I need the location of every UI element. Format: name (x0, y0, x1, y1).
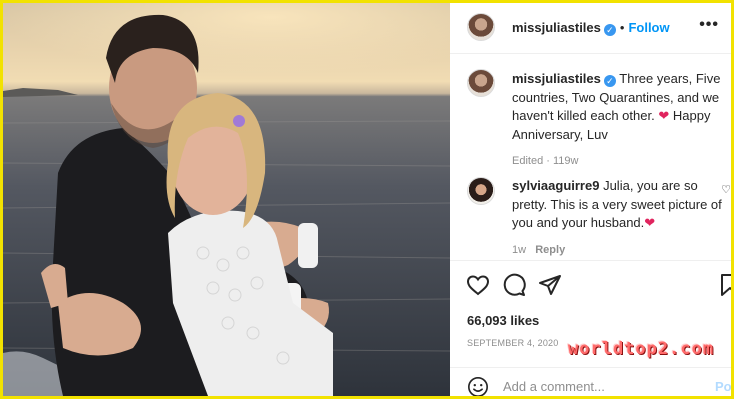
share-icon[interactable] (538, 273, 562, 297)
bookmark-icon[interactable] (720, 273, 731, 297)
edited-label: Edited (512, 155, 544, 167)
comment-like-icon[interactable]: ♡ (721, 183, 731, 196)
post-comment-button[interactable]: Pos (715, 379, 731, 394)
post-caption: missjuliastiles ✓ Three years, Five count… (512, 70, 722, 171)
post-date[interactable]: SEPTEMBER 4, 2020 (467, 338, 558, 348)
comment-input[interactable]: Add a comment... (503, 379, 605, 394)
comment-icon[interactable] (502, 273, 526, 297)
header-user-line: missjuliastiles ✓ • Follow (512, 19, 670, 37)
post-sidebar: missjuliastiles ✓ • Follow ••• missjuliasti… (450, 3, 731, 396)
comment: sylviaaguirre9 Julia, you are so pretty.… (512, 177, 722, 259)
header-username[interactable]: missjuliastiles (512, 20, 601, 35)
comment-bar: Add a comment... Pos (450, 367, 731, 396)
comment-age: 1w (512, 243, 527, 256)
emoji-icon[interactable] (467, 376, 489, 396)
verified-badge-icon: ✓ (603, 75, 616, 87)
post-photo[interactable] (3, 3, 450, 396)
reply-button[interactable]: Reply (535, 244, 565, 256)
caption-username[interactable]: missjuliastiles (512, 71, 601, 86)
couple-photo-illustration (3, 3, 450, 396)
comment-meta: 1w Reply (512, 241, 722, 260)
heart-emoji: ❤ (658, 108, 670, 123)
separator-dot: • (619, 20, 625, 35)
follow-button[interactable]: Follow (628, 20, 669, 35)
more-options-icon[interactable]: ••• (699, 16, 719, 34)
post-actions: 66,093 likes SEPTEMBER 4, 2020 Add a com… (450, 260, 731, 396)
heart-icon[interactable] (466, 273, 490, 297)
post-frame: missjuliastiles ✓ • Follow ••• missjuliasti… (3, 3, 731, 396)
watermark-text: worldtop2.com (568, 339, 715, 359)
author-avatar[interactable] (467, 13, 495, 41)
heart-emoji: ❤ (644, 215, 656, 230)
caption-age: 119w (552, 155, 579, 167)
post-header: missjuliastiles ✓ • Follow ••• (450, 3, 731, 54)
likes-count[interactable]: 66,093 likes (467, 313, 539, 328)
commenter-avatar[interactable] (467, 177, 495, 205)
verified-badge-icon: ✓ (603, 24, 616, 36)
caption-meta: Edited · 119w (512, 155, 579, 167)
comment-username[interactable]: sylviaaguirre9 (512, 178, 599, 193)
caption-avatar[interactable] (467, 69, 495, 97)
